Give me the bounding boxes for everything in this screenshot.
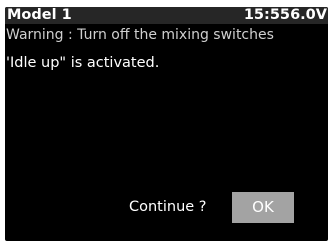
status-bar: Model 1 15:55 6.0V xyxy=(5,7,328,24)
continue-prompt: Continue ? xyxy=(129,199,207,215)
model-name: Model 1 xyxy=(7,7,72,23)
clock: 15:55 xyxy=(243,7,290,23)
alert-message: 'Idle up" is activated. xyxy=(6,55,160,71)
screen: Model 1 15:55 6.0V Warning : Turn off th… xyxy=(5,7,328,241)
battery-voltage: 6.0V xyxy=(290,7,327,23)
ok-button[interactable]: OK xyxy=(232,192,294,223)
warning-text: Warning : Turn off the mixing switches xyxy=(6,27,274,43)
